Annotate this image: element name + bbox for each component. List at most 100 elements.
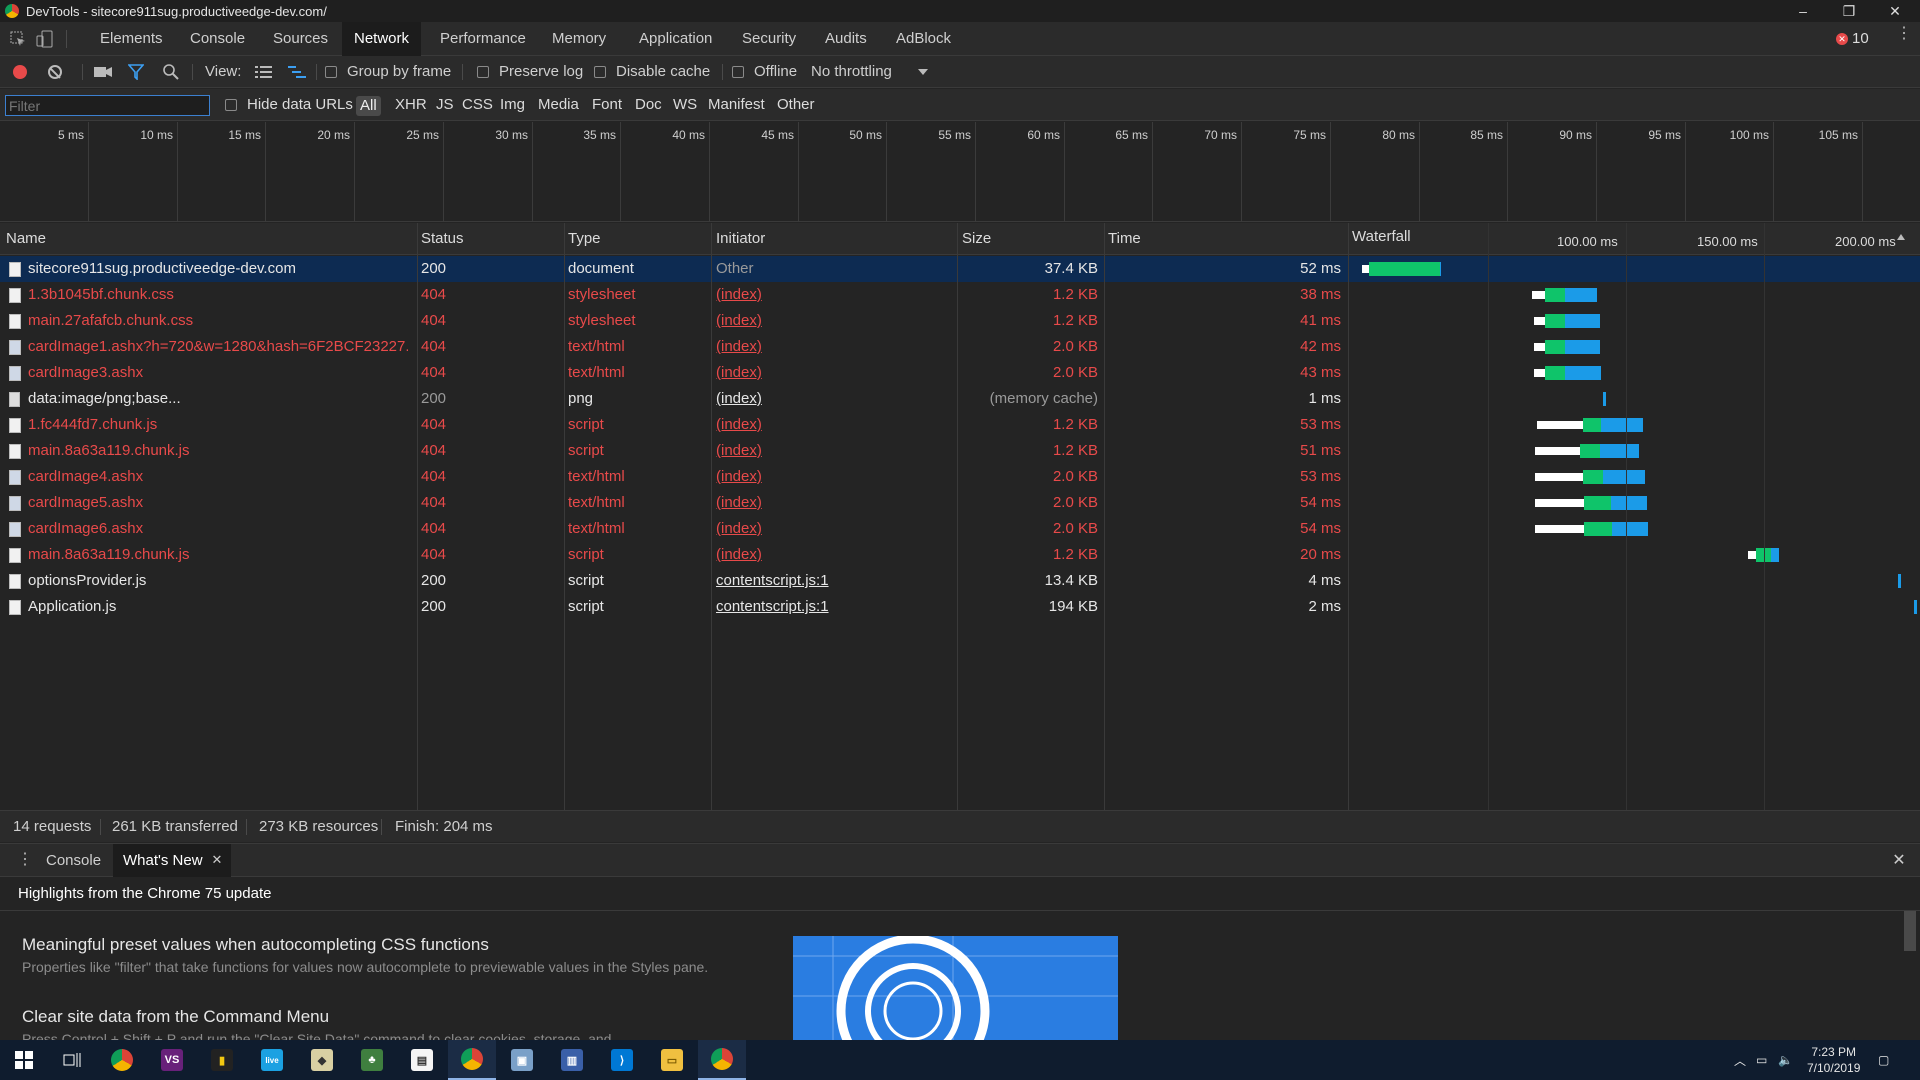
waterfall-bar[interactable] xyxy=(1535,525,1584,533)
overview-timeline[interactable]: 5 ms 10 ms 15 ms 20 ms 25 ms 30 ms 35 ms 40 ms 4… xyxy=(0,122,1920,222)
table-row[interactable]: cardImage1.ashx?h=720&w=1280&hash=6F2BCF… xyxy=(0,334,1920,360)
file-explorer-icon[interactable]: ▭ xyxy=(648,1040,696,1080)
drawer-menu-icon[interactable]: ⋮ xyxy=(17,852,33,868)
tab-network[interactable]: Network xyxy=(342,22,422,56)
filter-type-all[interactable]: All xyxy=(356,96,381,116)
table-row[interactable]: sitecore911sug.productiveedge-dev.com 200… xyxy=(0,256,1920,282)
more-options-icon[interactable]: ⋮ xyxy=(1896,26,1912,47)
remote-desktop-icon[interactable]: ▣ xyxy=(498,1040,546,1080)
waterfall-bar[interactable] xyxy=(1580,444,1600,458)
waterfall-bar[interactable] xyxy=(1545,340,1565,354)
table-row[interactable]: cardImage3.ashx 404 text/html (index) 2.0 KB… xyxy=(0,360,1920,386)
waterfall-bar[interactable] xyxy=(1748,551,1756,559)
device-toolbar-icon[interactable] xyxy=(36,30,54,48)
request-initiator[interactable]: (index) xyxy=(716,490,952,516)
request-initiator[interactable]: (index) xyxy=(716,438,952,464)
request-initiator[interactable]: (index) xyxy=(716,386,952,412)
start-button[interactable] xyxy=(0,1040,48,1080)
minimize-button[interactable]: – xyxy=(1780,0,1826,22)
request-initiator[interactable]: (index) xyxy=(716,334,952,360)
table-row[interactable]: Application.js 200 script contentscript.js:… xyxy=(0,594,1920,620)
table-row[interactable]: main.8a63a119.chunk.js 404 script (index) 1.… xyxy=(0,438,1920,464)
waterfall-bar[interactable] xyxy=(1584,522,1612,536)
waterfall-bar[interactable] xyxy=(1603,392,1606,406)
header-name[interactable]: Name xyxy=(6,223,46,255)
chevron-down-icon[interactable] xyxy=(918,69,928,75)
hide-data-urls-label[interactable]: Hide data URLs xyxy=(247,89,353,121)
waterfall-bar[interactable] xyxy=(1440,262,1441,276)
filter-type-media[interactable]: Media xyxy=(538,89,579,121)
header-initiator[interactable]: Initiator xyxy=(716,223,765,255)
header-status[interactable]: Status xyxy=(421,223,464,255)
table-row[interactable]: main.27afafcb.chunk.css 404 stylesheet (ind… xyxy=(0,308,1920,334)
visual-studio-icon[interactable]: VS xyxy=(148,1040,196,1080)
waterfall-bar[interactable] xyxy=(1545,366,1565,380)
tree-app-icon[interactable]: ♣ xyxy=(348,1040,396,1080)
close-window-button[interactable]: ✕ xyxy=(1872,0,1918,22)
inspect-element-icon[interactable] xyxy=(10,31,26,47)
offline-label[interactable]: Offline xyxy=(754,56,797,88)
waterfall-bar[interactable] xyxy=(1565,366,1601,380)
waterfall-bar[interactable] xyxy=(1603,470,1645,484)
tab-adblock[interactable]: AdBlock xyxy=(884,22,963,56)
waterfall-bar[interactable] xyxy=(1898,574,1901,588)
error-icon[interactable]: ✕ xyxy=(1836,33,1848,45)
chrome-taskbar-icon[interactable] xyxy=(98,1040,146,1080)
waterfall-bar[interactable] xyxy=(1537,421,1583,429)
notifications-icon[interactable]: ▢ xyxy=(1878,1040,1889,1080)
waterfall-bar[interactable] xyxy=(1534,343,1545,351)
task-view-icon[interactable] xyxy=(48,1040,96,1080)
tab-security[interactable]: Security xyxy=(730,22,808,56)
table-row[interactable]: optionsProvider.js 200 script contentscript… xyxy=(0,568,1920,594)
request-initiator[interactable]: (index) xyxy=(716,516,952,542)
filter-type-css[interactable]: CSS xyxy=(462,89,493,121)
preserve-log-checkbox[interactable] xyxy=(477,66,489,78)
filter-type-xhr[interactable]: XHR xyxy=(395,89,427,121)
tab-console[interactable]: Console xyxy=(178,22,257,56)
header-type[interactable]: Type xyxy=(568,223,601,255)
disable-cache-label[interactable]: Disable cache xyxy=(616,56,710,88)
offline-checkbox[interactable] xyxy=(732,66,744,78)
waterfall-bar[interactable] xyxy=(1534,369,1545,377)
group-by-frame-checkbox[interactable] xyxy=(325,66,337,78)
tab-memory[interactable]: Memory xyxy=(540,22,618,56)
header-time[interactable]: Time xyxy=(1108,223,1141,255)
table-row[interactable]: cardImage6.ashx 404 text/html (index) 2.0 KB… xyxy=(0,516,1920,542)
drawer-scrollbar[interactable] xyxy=(1904,911,1916,951)
sql-app-icon[interactable]: ▥ xyxy=(548,1040,596,1080)
tab-sources[interactable]: Sources xyxy=(261,22,340,56)
drawer-tab-console[interactable]: Console xyxy=(36,844,111,877)
large-rows-icon[interactable] xyxy=(255,65,273,79)
waterfall-bar[interactable] xyxy=(1611,496,1647,510)
waterfall-bar[interactable] xyxy=(1565,288,1597,302)
waterfall-bar[interactable] xyxy=(1601,418,1643,432)
request-initiator[interactable]: contentscript.js:1 xyxy=(716,568,952,594)
waterfall-bar[interactable] xyxy=(1369,262,1440,276)
waterfall-bar[interactable] xyxy=(1545,288,1565,302)
waterfall-bar[interactable] xyxy=(1532,291,1545,299)
header-waterfall[interactable]: Waterfall xyxy=(1352,221,1411,253)
waterfall-bar[interactable] xyxy=(1914,600,1917,614)
close-tab-icon[interactable]: ✕ xyxy=(210,852,224,867)
request-initiator[interactable]: contentscript.js:1 xyxy=(716,594,952,620)
vscode-icon[interactable]: ⟩ xyxy=(598,1040,646,1080)
chrome-window-icon[interactable] xyxy=(698,1040,746,1080)
chart-app-icon[interactable]: ▮ xyxy=(198,1040,246,1080)
waterfall-bar[interactable] xyxy=(1534,317,1545,325)
sketch-app-icon[interactable]: ◆ xyxy=(298,1040,346,1080)
waterfall-bar[interactable] xyxy=(1584,496,1611,510)
clear-icon[interactable] xyxy=(48,65,62,79)
filter-icon[interactable] xyxy=(128,64,144,80)
tab-application[interactable]: Application xyxy=(627,22,724,56)
chevron-up-icon[interactable]: ︿ xyxy=(1734,1040,1746,1080)
waterfall-bar[interactable] xyxy=(1771,548,1779,562)
throttling-select[interactable]: No throttling xyxy=(811,56,892,88)
table-row[interactable]: 1.3b1045bf.chunk.css 404 stylesheet (index)… xyxy=(0,282,1920,308)
waterfall-bar[interactable] xyxy=(1535,499,1584,507)
waterfall-bar[interactable] xyxy=(1362,265,1369,273)
table-row[interactable]: data:image/png;base... 200 png (index) (memo… xyxy=(0,386,1920,412)
network-icon[interactable]: ▭ xyxy=(1756,1040,1767,1080)
group-by-frame-label[interactable]: Group by frame xyxy=(347,56,451,88)
waterfall-overview-icon[interactable] xyxy=(288,65,306,79)
request-initiator[interactable]: (index) xyxy=(716,282,952,308)
